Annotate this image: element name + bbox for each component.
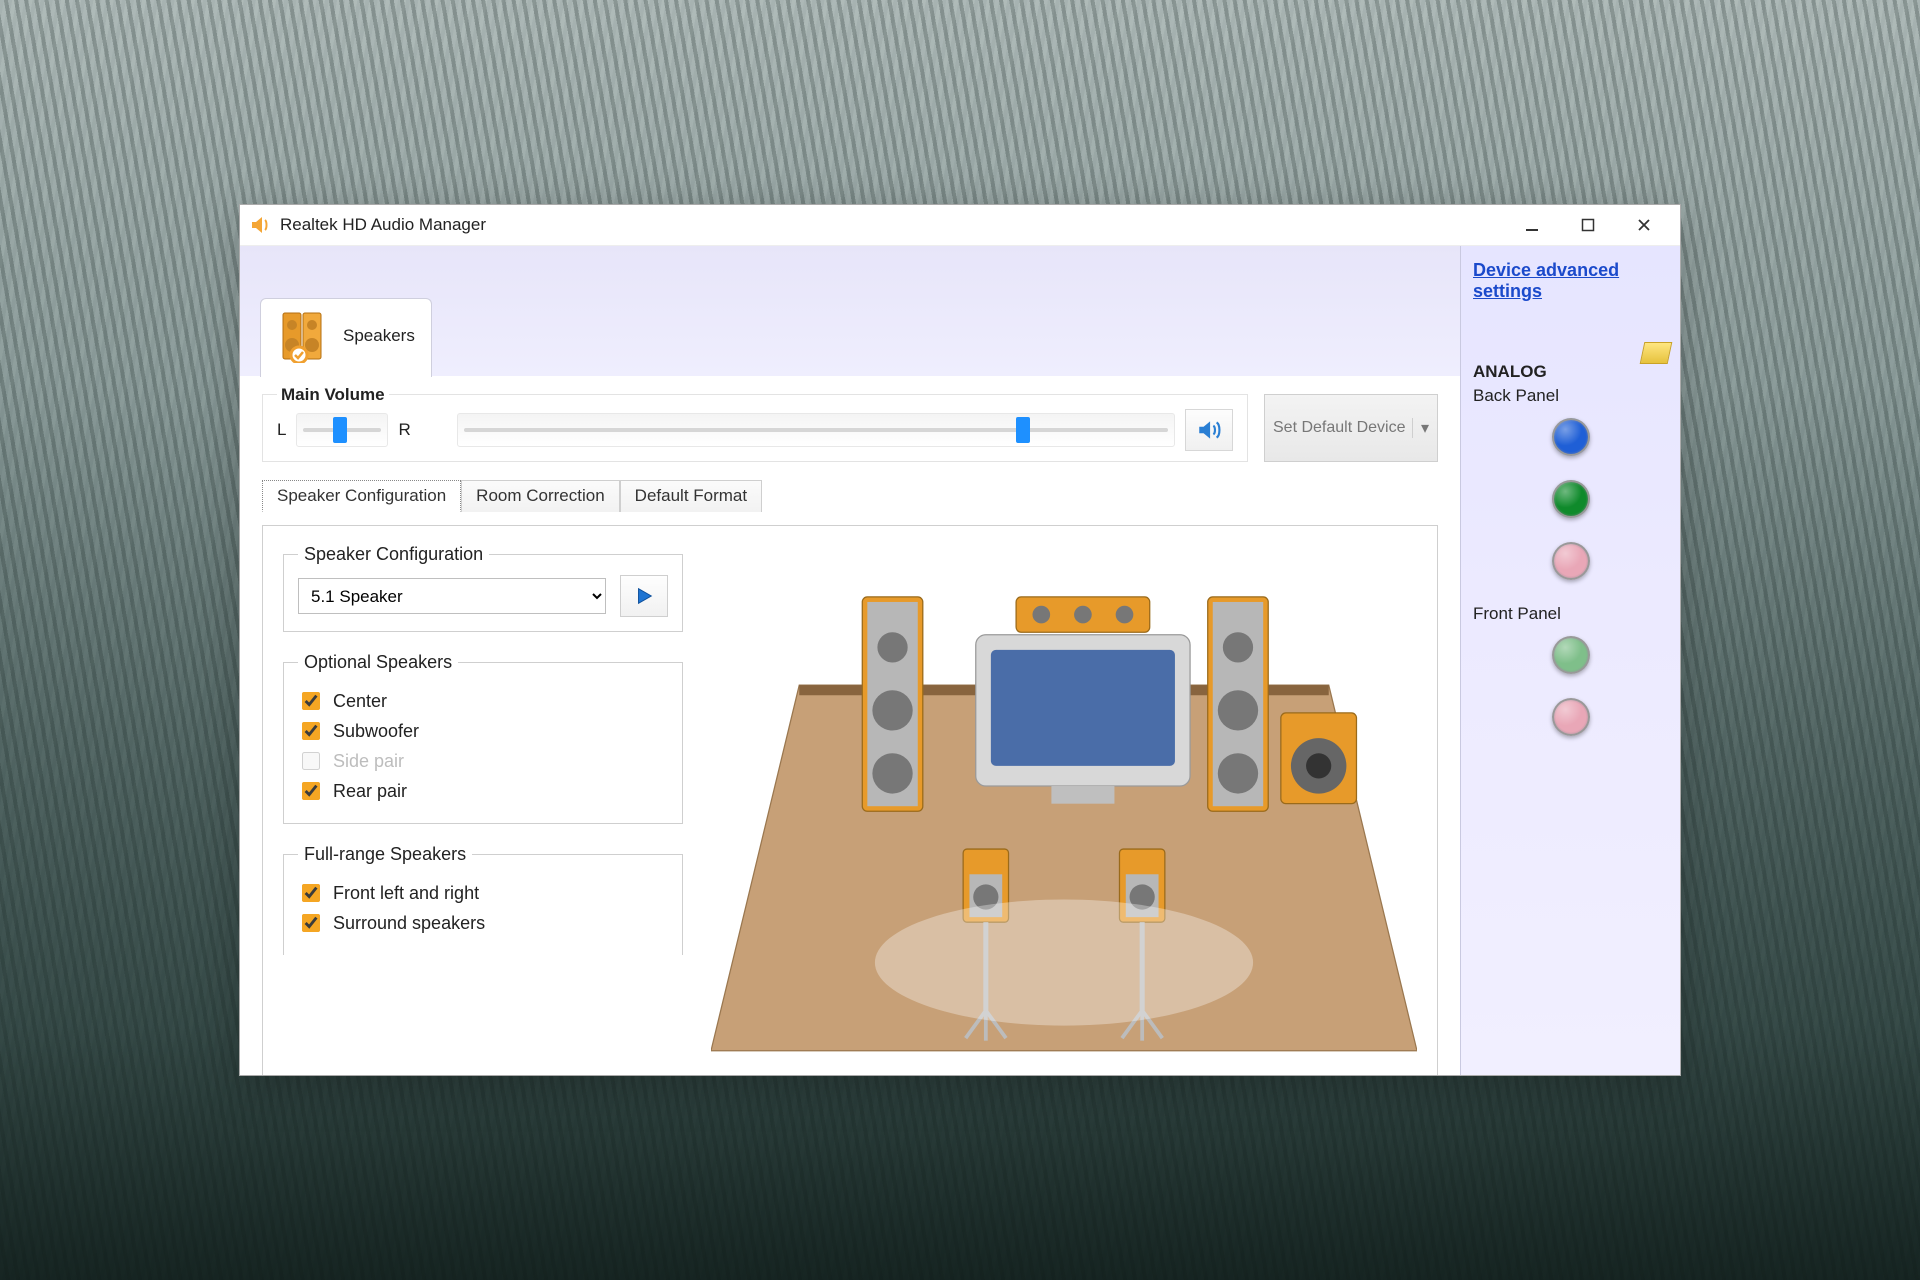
mute-button[interactable] [1185,409,1233,451]
jack-back-blue[interactable] [1552,418,1590,456]
fullrange-legend: Full-range Speakers [298,844,472,865]
checkbox-front-lr[interactable]: Front left and right [298,881,668,905]
tab-label: Speaker Configuration [277,486,446,505]
speaker-room-visualization: Speaker Fill [711,544,1417,1076]
minimize-button[interactable] [1504,205,1560,245]
checkbox-label: Rear pair [333,781,407,802]
checkbox-side-pair: Side pair [298,749,668,773]
titlebar: Realtek HD Audio Manager [240,205,1680,246]
side-panel: Device advanced settings ANALOG Back Pan… [1460,246,1680,1076]
optional-speakers-group: Optional Speakers Center Subwoofer Side … [283,652,683,824]
folder-icon[interactable] [1640,342,1673,364]
tab-default-format[interactable]: Default Format [620,480,762,512]
set-default-device-button[interactable]: Set Default Device ▾ [1264,394,1438,462]
window-title: Realtek HD Audio Manager [280,215,486,235]
set-default-label: Set Default Device [1273,419,1406,437]
device-tab-strip: Speakers [240,246,1460,376]
balance-left-label: L [277,420,286,440]
speakers-icon [277,309,331,363]
optional-legend: Optional Speakers [298,652,458,673]
settings-tabs: Speaker Configuration Room Correction De… [262,480,1438,512]
speaker-configuration-group: Speaker Configuration 5.1 Speaker [283,544,683,632]
main-volume-group: Main Volume L R [262,394,1248,462]
analog-header: ANALOG [1473,362,1668,382]
speaker-layout-select[interactable]: 5.1 Speaker [298,578,606,614]
tab-panel: Speaker Configuration 5.1 Speaker [262,525,1438,1076]
checkbox-label: Side pair [333,751,404,772]
checkbox-label: Surround speakers [333,913,485,934]
device-advanced-settings-link[interactable]: Device advanced settings [1473,260,1619,301]
checkbox-label: Center [333,691,387,712]
balance-right-label: R [398,420,410,440]
checkbox-rear-pair[interactable]: Rear pair [298,779,668,803]
test-play-button[interactable] [620,575,668,617]
device-tab-speakers[interactable]: Speakers [260,298,432,377]
speaker-config-legend: Speaker Configuration [298,544,489,565]
tab-label: Room Correction [476,486,605,505]
jack-front-pink[interactable] [1552,698,1590,736]
jack-back-pink[interactable] [1552,542,1590,580]
checkbox-label: Subwoofer [333,721,419,742]
front-panel-label: Front Panel [1473,604,1668,624]
device-tab-label: Speakers [343,326,415,346]
app-window: Realtek HD Audio Manager [239,204,1681,1076]
jack-back-green[interactable] [1552,480,1590,518]
checkbox-subwoofer[interactable]: Subwoofer [298,719,668,743]
app-icon [248,213,272,237]
full-range-speakers-group: Full-range Speakers Front left and right… [283,844,683,955]
tab-label: Default Format [635,486,747,505]
jack-front-green[interactable] [1552,636,1590,674]
checkbox-center[interactable]: Center [298,689,668,713]
checkbox-surround[interactable]: Surround speakers [298,911,668,935]
maximize-button[interactable] [1560,205,1616,245]
balance-slider[interactable] [296,413,388,447]
back-panel-label: Back Panel [1473,386,1668,406]
dropdown-arrow-icon: ▾ [1412,418,1429,438]
checkbox-label: Front left and right [333,883,479,904]
tab-speaker-configuration[interactable]: Speaker Configuration [262,480,461,512]
main-volume-legend: Main Volume [277,385,389,405]
volume-slider[interactable] [457,413,1175,447]
close-button[interactable] [1616,205,1672,245]
tab-room-correction[interactable]: Room Correction [461,480,620,512]
